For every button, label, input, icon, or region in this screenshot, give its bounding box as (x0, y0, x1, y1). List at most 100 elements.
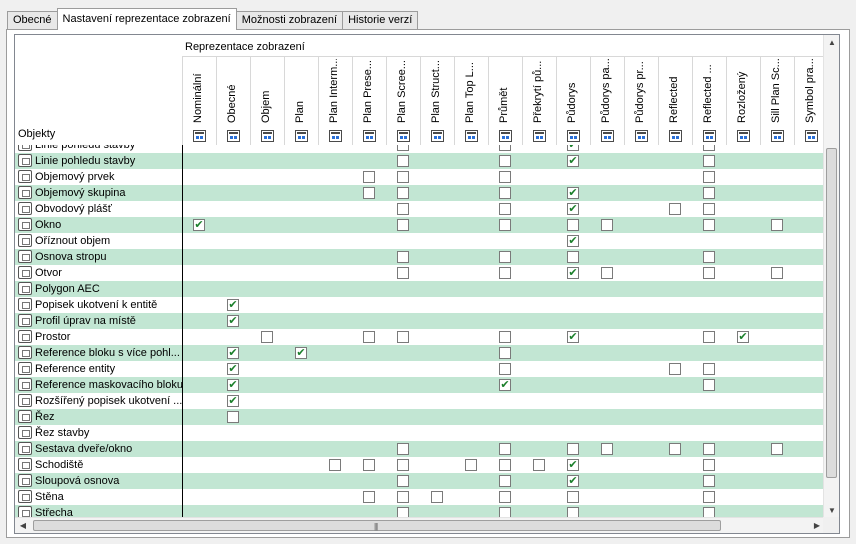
scroll-up-icon[interactable]: ▲ (824, 35, 839, 51)
display-rep-checkbox[interactable] (703, 475, 715, 487)
display-rep-checkbox[interactable] (363, 187, 375, 199)
column-header[interactable]: Rozložený (726, 57, 760, 145)
column-header[interactable]: Půdorys pr... (624, 57, 658, 145)
column-header[interactable]: Reflected ... (692, 57, 726, 145)
table-row[interactable]: Linie pohledu stavby ✔ (15, 153, 825, 169)
display-rep-checkbox[interactable] (567, 443, 579, 455)
display-rep-checkbox[interactable] (499, 491, 511, 503)
table-row[interactable]: Stěna (15, 489, 825, 505)
display-rep-checkbox[interactable] (533, 459, 545, 471)
display-rep-checkbox[interactable]: ✔ (227, 299, 239, 311)
display-rep-checkbox[interactable] (363, 171, 375, 183)
display-rep-checkbox[interactable] (363, 331, 375, 343)
display-rep-checkbox[interactable] (397, 203, 409, 215)
display-rep-checkbox[interactable] (397, 187, 409, 199)
table-row[interactable]: Linie pohledu stavby ✔ (15, 145, 825, 153)
display-rep-checkbox[interactable] (397, 155, 409, 167)
display-rep-checkbox[interactable]: ✔ (227, 347, 239, 359)
display-rep-checkbox[interactable]: ✔ (227, 315, 239, 327)
display-rep-checkbox[interactable] (499, 347, 511, 359)
display-rep-checkbox[interactable] (703, 219, 715, 231)
display-rep-checkbox[interactable] (601, 267, 613, 279)
column-header[interactable]: Překrytí pů... (522, 57, 556, 145)
display-rep-checkbox[interactable] (465, 459, 477, 471)
display-rep-checkbox[interactable]: ✔ (295, 347, 307, 359)
tab-2[interactable]: Možnosti zobrazení (235, 11, 344, 30)
display-rep-checkbox[interactable] (703, 363, 715, 375)
display-rep-checkbox[interactable] (397, 459, 409, 471)
table-row[interactable]: Sestava dveře/okno (15, 441, 825, 457)
display-rep-checkbox[interactable]: ✔ (567, 187, 579, 199)
display-rep-checkbox[interactable]: ✔ (567, 267, 579, 279)
display-rep-checkbox[interactable] (703, 171, 715, 183)
display-rep-checkbox[interactable]: ✔ (567, 155, 579, 167)
table-row[interactable]: Profil úprav na místě ✔ (15, 313, 825, 329)
display-rep-checkbox[interactable] (499, 267, 511, 279)
column-header[interactable]: Sill Plan Sc... (760, 57, 794, 145)
display-rep-checkbox[interactable] (703, 491, 715, 503)
display-rep-checkbox[interactable] (397, 267, 409, 279)
display-rep-checkbox[interactable] (431, 491, 443, 503)
display-rep-checkbox[interactable]: ✔ (567, 145, 579, 151)
display-rep-checkbox[interactable] (771, 219, 783, 231)
table-row[interactable]: Otvor ✔ (15, 265, 825, 281)
display-rep-checkbox[interactable] (397, 475, 409, 487)
display-rep-checkbox[interactable] (499, 251, 511, 263)
display-rep-checkbox[interactable] (499, 155, 511, 167)
display-rep-checkbox[interactable] (499, 203, 511, 215)
display-rep-checkbox[interactable] (363, 491, 375, 503)
column-header[interactable]: Plan Scree... (386, 57, 420, 145)
table-row[interactable]: Sloupová osnova ✔ (15, 473, 825, 489)
horizontal-scroll-thumb[interactable]: ||| (33, 520, 721, 531)
column-header[interactable]: Půdorys pa... (590, 57, 624, 145)
display-rep-checkbox[interactable] (703, 251, 715, 263)
table-row[interactable]: Schodiště ✔ (15, 457, 825, 473)
display-rep-checkbox[interactable]: ✔ (567, 459, 579, 471)
table-row[interactable]: Reference bloku s více pohl... ✔ ✔ (15, 345, 825, 361)
display-rep-checkbox[interactable] (363, 459, 375, 471)
display-rep-checkbox[interactable] (703, 267, 715, 279)
column-header[interactable]: Plan (284, 57, 318, 145)
table-row[interactable]: Objemový prvek (15, 169, 825, 185)
display-rep-checkbox[interactable] (499, 145, 511, 151)
display-rep-checkbox[interactable] (397, 331, 409, 343)
display-rep-checkbox[interactable] (703, 187, 715, 199)
column-header[interactable]: Plan Interm... (318, 57, 352, 145)
column-header[interactable]: Obecné (216, 57, 250, 145)
display-rep-checkbox[interactable] (397, 145, 409, 151)
display-rep-checkbox[interactable]: ✔ (567, 203, 579, 215)
table-row[interactable]: Okno ✔ (15, 217, 825, 233)
column-header[interactable]: Reflected (658, 57, 692, 145)
scroll-left-icon[interactable]: ◀ (15, 518, 31, 533)
display-rep-checkbox[interactable] (669, 363, 681, 375)
column-header[interactable]: Půdorys (556, 57, 590, 145)
table-row[interactable]: Oříznout objem ✔ (15, 233, 825, 249)
column-header[interactable]: Plan Prese... (352, 57, 386, 145)
display-rep-checkbox[interactable] (499, 363, 511, 375)
table-row[interactable]: Rozšířený popisek ukotvení ... ✔ (15, 393, 825, 409)
column-header[interactable]: Objem (250, 57, 284, 145)
tab-1[interactable]: Nastavení reprezentace zobrazení (56, 8, 237, 30)
display-rep-checkbox[interactable] (771, 267, 783, 279)
table-row[interactable]: Reference entity ✔ (15, 361, 825, 377)
display-rep-checkbox[interactable] (499, 475, 511, 487)
display-rep-checkbox[interactable] (567, 491, 579, 503)
display-rep-checkbox[interactable] (261, 331, 273, 343)
display-rep-checkbox[interactable] (601, 443, 613, 455)
table-row[interactable]: Prostor ✔ ✔ (15, 329, 825, 345)
column-header[interactable]: Nominální (182, 57, 216, 145)
display-rep-checkbox[interactable]: ✔ (499, 379, 511, 391)
display-rep-checkbox[interactable]: ✔ (567, 331, 579, 343)
vertical-scrollbar[interactable]: ▲ ▼ (823, 35, 839, 519)
horizontal-scrollbar[interactable]: ◀ ||| ▶ (15, 517, 825, 533)
display-rep-checkbox[interactable] (567, 251, 579, 263)
display-rep-checkbox[interactable] (703, 459, 715, 471)
column-header[interactable]: Plan Struct... (420, 57, 454, 145)
display-rep-checkbox[interactable] (499, 171, 511, 183)
display-rep-checkbox[interactable] (669, 443, 681, 455)
display-rep-checkbox[interactable]: ✔ (227, 395, 239, 407)
table-row[interactable]: Popisek ukotvení k entitě ✔ (15, 297, 825, 313)
display-rep-checkbox[interactable] (329, 459, 341, 471)
display-rep-checkbox[interactable] (499, 219, 511, 231)
table-row[interactable]: Osnova stropu (15, 249, 825, 265)
